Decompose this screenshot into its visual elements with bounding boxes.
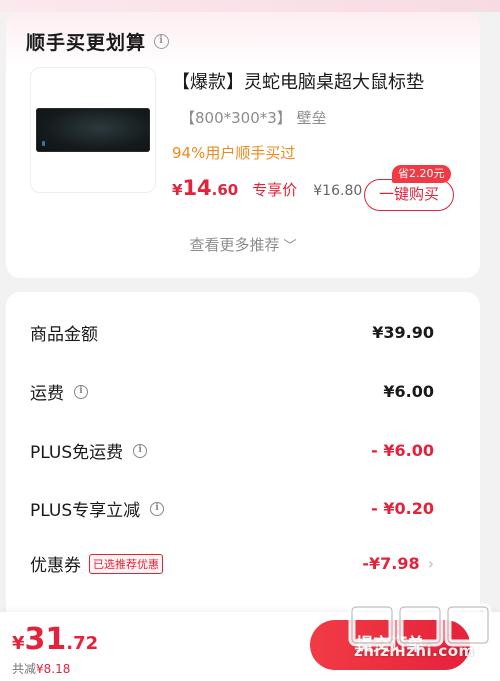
row-label-text: PLUS专享立减 — [30, 501, 141, 521]
product-price: ¥ 14 .60 专享价 ¥16.80 — [172, 176, 362, 200]
row-value: -¥7.98 › — [362, 554, 434, 573]
row-label: 优惠券 已选推荐优惠 — [30, 551, 163, 576]
total-currency: ¥ — [12, 633, 25, 654]
row-label: 运费 i — [30, 379, 88, 404]
row-label-text: PLUS免运费 — [30, 443, 124, 463]
row-label-text: 优惠券 — [30, 556, 81, 576]
saving-label: 共减 — [12, 662, 37, 676]
save-amount-badge: 省2.20元 — [392, 165, 451, 183]
buy-together-title: 顺手买更划算 i — [26, 28, 170, 55]
price-integer: 14 — [182, 176, 212, 200]
summary-row-shipping: 运费 i ¥6.00 — [30, 379, 434, 404]
product-spec: 【800*300*3】 壁垒 — [180, 109, 327, 127]
total-decimal: .72 — [66, 633, 99, 654]
total-saving: 共减¥8.18 — [12, 660, 70, 677]
total-integer: 31 — [24, 622, 67, 657]
price-currency: ¥ — [172, 181, 183, 199]
summary-row-plus-discount: PLUS专享立减 i - ¥0.20 — [30, 496, 434, 521]
more-recommendations-link[interactable]: 查看更多推荐 ﹀ — [0, 234, 486, 255]
chevron-right-icon: › — [427, 554, 434, 573]
product-popularity-tag: 94%用户顺手买过 — [172, 144, 296, 162]
coupon-value: -¥7.98 — [362, 554, 420, 573]
info-icon[interactable]: i — [74, 384, 88, 399]
exclusive-price-label: 专享价 — [252, 181, 298, 199]
info-icon[interactable]: i — [154, 34, 170, 49]
summary-row-goods-amount: 商品金额 ¥39.90 — [30, 320, 434, 345]
coupon-tag: 已选推荐优惠 — [89, 553, 163, 574]
total-price: ¥ 31 .72 — [12, 622, 98, 657]
row-value: ¥39.90 — [372, 323, 434, 342]
price-decimal: .60 — [211, 181, 239, 199]
mousepad-image — [36, 108, 150, 152]
row-value: - ¥0.20 — [371, 499, 434, 518]
summary-row-coupon[interactable]: 优惠券 已选推荐优惠 -¥7.98 › — [30, 551, 434, 576]
row-label: PLUS免运费 i — [30, 438, 148, 463]
info-icon[interactable]: i — [150, 501, 165, 516]
watermark-text: zhizhizhi.com — [354, 642, 475, 660]
top-gradient-strip — [0, 0, 500, 12]
info-icon[interactable]: i — [133, 443, 148, 458]
summary-row-plus-free-shipping: PLUS免运费 i - ¥6.00 — [30, 438, 434, 463]
saving-value: ¥8.18 — [36, 662, 71, 676]
row-value: - ¥6.00 — [371, 441, 434, 460]
original-price: ¥16.80 — [313, 183, 363, 199]
row-label: PLUS专享立减 i — [30, 496, 165, 521]
buy-together-title-text: 顺手买更划算 — [26, 32, 147, 54]
product-thumbnail[interactable] — [30, 67, 156, 193]
one-click-buy-button[interactable]: 一键购买 — [364, 179, 454, 211]
row-value: ¥6.00 — [383, 382, 434, 401]
product-title[interactable]: 【爆款】灵蛇电脑桌超大鼠标垫 — [172, 68, 462, 94]
more-recommendations-label: 查看更多推荐 — [189, 236, 280, 254]
row-label-text: 运费 — [30, 384, 64, 404]
row-label: 商品金额 — [30, 325, 98, 345]
chevron-down-icon: ﹀ — [283, 239, 297, 254]
